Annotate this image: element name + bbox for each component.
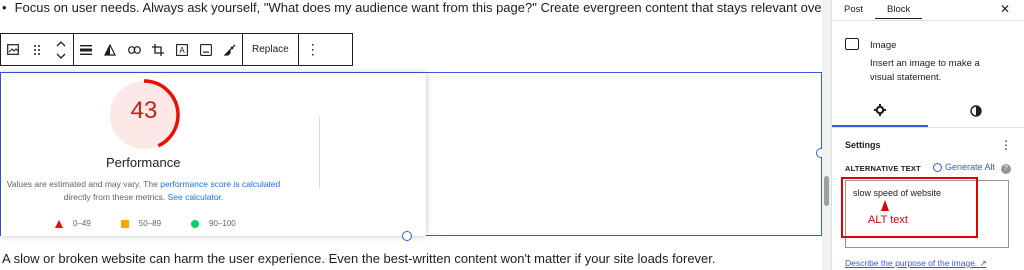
describe-purpose-link[interactable]: Describe the purpose of the image. ↗ bbox=[845, 258, 987, 269]
legend-label: 50–89 bbox=[138, 219, 162, 228]
image-block-icon bbox=[845, 38, 859, 50]
legend-item-average: 50–89 bbox=[120, 219, 162, 228]
scrollbar-thumb[interactable] bbox=[824, 176, 829, 206]
help-icon[interactable]: ? bbox=[1001, 164, 1011, 174]
note-text-2: directly from these metrics. bbox=[63, 192, 168, 202]
bullet-dot: • bbox=[2, 0, 7, 15]
styles-tab[interactable] bbox=[928, 95, 1024, 127]
image-block[interactable]: 43 Performance Values are estimated and … bbox=[0, 72, 822, 236]
block-toolbar: A Replace ⋮ bbox=[0, 33, 353, 66]
settings-styles-tabs bbox=[832, 95, 1024, 127]
list-item[interactable]: • Focus on user needs. Always ask yoursel… bbox=[2, 0, 831, 15]
performance-score: 43 bbox=[130, 97, 158, 124]
legend-label: 0–49 bbox=[73, 219, 91, 228]
note-text: Values are estimated and may vary. The bbox=[6, 179, 161, 189]
vertical-divider bbox=[319, 117, 320, 189]
toolbar-group-block bbox=[1, 34, 74, 65]
settings-sidebar: Post Block ✕ Image Insert an image to ma… bbox=[831, 0, 1024, 270]
annotation-box bbox=[841, 177, 978, 238]
wordpress-editor: • Focus on user needs. Always ask yoursel… bbox=[0, 0, 1024, 270]
block-description: Insert an image to make a visual stateme… bbox=[870, 58, 980, 83]
brush-icon[interactable] bbox=[218, 34, 242, 65]
divider bbox=[832, 20, 1024, 21]
performance-note: Values are estimated and may vary. The p… bbox=[1, 178, 286, 204]
move-up-down-icon[interactable] bbox=[49, 34, 73, 65]
alt-text-label: ALTERNATIVE TEXT bbox=[845, 164, 921, 173]
link-icon[interactable] bbox=[122, 34, 146, 65]
settings-tab[interactable] bbox=[832, 95, 928, 127]
annotation-label: ALT text bbox=[868, 214, 908, 226]
drag-handle-icon[interactable] bbox=[25, 34, 49, 65]
calculator-link: See calculator. bbox=[167, 192, 224, 202]
gear-icon bbox=[874, 104, 886, 116]
contrast-icon bbox=[970, 105, 982, 117]
editor-canvas: • Focus on user needs. Always ask yoursel… bbox=[0, 0, 831, 270]
circle-icon bbox=[191, 219, 200, 228]
list-item-text: Focus on user needs. Always ask yourself… bbox=[14, 0, 831, 15]
tab-block[interactable]: Block bbox=[875, 0, 923, 19]
svg-text:A: A bbox=[179, 46, 185, 55]
legend-item-pass: 90–100 bbox=[191, 219, 236, 228]
performance-title: Performance bbox=[106, 155, 181, 170]
replace-button[interactable]: Replace bbox=[243, 34, 299, 65]
editor-scrollbar[interactable] bbox=[822, 0, 831, 270]
triangle-icon bbox=[55, 219, 63, 228]
legend-item-fail: 0–49 bbox=[55, 219, 91, 228]
square-icon bbox=[120, 219, 129, 228]
score-legend: 0–49 50–89 90–100 bbox=[55, 219, 266, 228]
align-icon[interactable] bbox=[74, 34, 98, 65]
legend-label: 90–100 bbox=[209, 219, 236, 228]
crop-icon[interactable] bbox=[146, 34, 170, 65]
toolbar-group-tools: A bbox=[74, 34, 243, 65]
more-options-icon[interactable]: ⋮ bbox=[299, 41, 327, 58]
divider bbox=[832, 127, 1024, 128]
generate-alt-button[interactable]: Generate Alt bbox=[933, 162, 995, 172]
resize-handle-bottom[interactable] bbox=[402, 231, 412, 241]
settings-more-icon[interactable]: ⋮ bbox=[1000, 138, 1012, 152]
block-title: Image bbox=[870, 40, 897, 51]
settings-panel-title: Settings bbox=[845, 140, 881, 150]
close-icon[interactable]: ✕ bbox=[1000, 2, 1010, 16]
caption-icon[interactable] bbox=[194, 34, 218, 65]
ai-icon bbox=[933, 162, 942, 172]
tab-post[interactable]: Post bbox=[832, 0, 875, 19]
score-calc-link: performance score is calculated bbox=[160, 179, 281, 189]
duotone-icon[interactable] bbox=[98, 34, 122, 65]
annotation-arrow-icon bbox=[881, 200, 889, 211]
image-icon[interactable] bbox=[1, 34, 25, 65]
text-overlay-icon[interactable]: A bbox=[170, 34, 194, 65]
generate-alt-label: Generate Alt bbox=[945, 162, 996, 172]
paragraph-block[interactable]: A slow or broken website can harm the us… bbox=[2, 251, 716, 266]
sidebar-tabs: Post Block bbox=[832, 0, 1024, 19]
lighthouse-screenshot: 43 Performance Values are estimated and … bbox=[1, 73, 426, 236]
